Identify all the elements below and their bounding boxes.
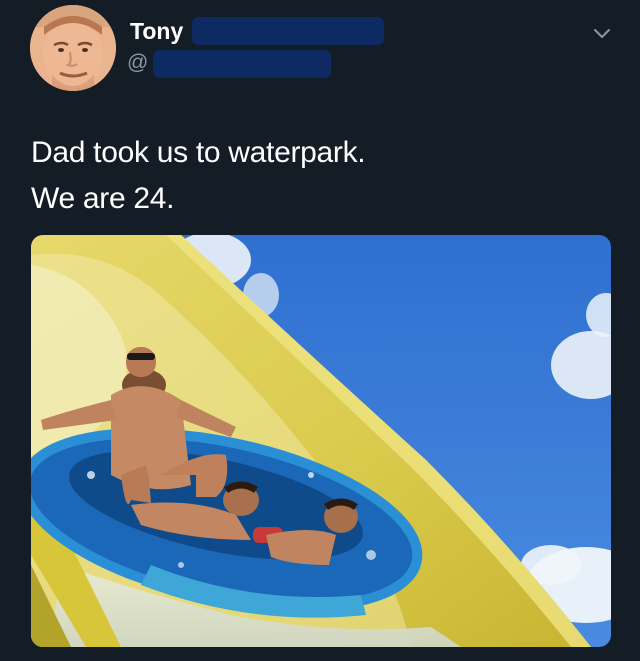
tweet-card: Tony @ Dad took us to waterpark. We are … bbox=[0, 0, 640, 661]
handle-redaction bbox=[153, 50, 331, 78]
tweet-line: Dad took us to waterpark. bbox=[31, 136, 366, 169]
waterslide-photo bbox=[31, 235, 611, 647]
chevron-down-icon[interactable] bbox=[591, 22, 613, 44]
avatar[interactable] bbox=[30, 5, 116, 91]
avatar-photo bbox=[30, 5, 116, 91]
handle-prefix[interactable]: @ bbox=[127, 51, 148, 75]
tweet-line: We are 24. bbox=[31, 182, 175, 215]
display-name[interactable]: Tony bbox=[130, 18, 183, 45]
tweet-photo[interactable] bbox=[31, 235, 611, 647]
tweet-text: Dad took us to waterpark. We are 24. bbox=[31, 130, 366, 222]
name-redaction bbox=[192, 17, 384, 45]
